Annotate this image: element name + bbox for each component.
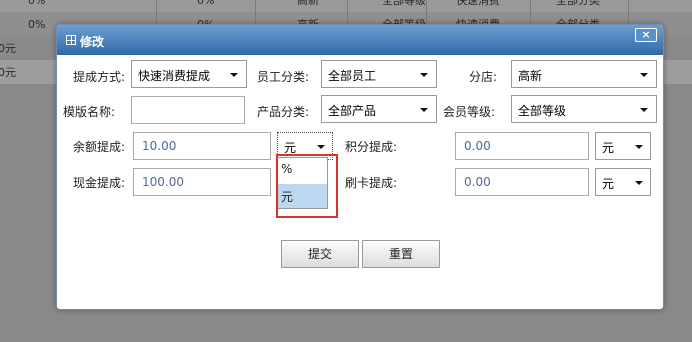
table-cell: 高新 [297,0,319,7]
table-cell: 全部等级 [382,0,426,7]
product-category-value: 全部产品 [328,104,377,118]
table-cell: 全部分类 [556,0,600,7]
chevron-down-icon [635,145,643,149]
employee-category-label: 员工分类: [257,70,310,84]
card-commission-label: 刷卡提成: [345,176,398,190]
member-level-value: 全部等级 [518,104,567,118]
points-unit-select[interactable]: 元 [595,132,651,160]
branch-select[interactable]: 高新 [511,60,657,88]
branch-value: 高新 [518,69,543,83]
chevron-down-icon [640,108,648,112]
employee-category-value: 全部员工 [328,69,377,83]
reset-button[interactable]: 重置 [362,240,440,268]
balance-commission-input[interactable]: 10.00 [133,132,271,160]
table-cell: 0元 [0,42,16,55]
card-commission-input[interactable]: 0.00 [455,168,589,196]
commission-method-label: 提成方式: [73,70,126,84]
cash-commission-label: 现金提成: [73,176,126,190]
window-icon [66,35,76,45]
template-name-label: 模版名称: [63,105,116,119]
chevron-down-icon [635,181,643,185]
close-button[interactable]: × [635,28,657,42]
employee-category-select[interactable]: 全部员工 [321,60,437,88]
chevron-down-icon [230,73,238,77]
branch-label: 分店: [469,70,498,84]
product-category-select[interactable]: 全部产品 [321,95,437,123]
card-unit-value: 元 [602,177,615,191]
dialog-title: 修改 [80,35,105,49]
chevron-down-icon [317,145,325,149]
commission-method-select[interactable]: 快速消费提成 [131,60,247,88]
chevron-down-icon [420,73,428,77]
dialog-header: 修改 × [57,25,663,55]
chevron-down-icon [640,73,648,77]
member-level-select[interactable]: 全部等级 [511,95,657,123]
submit-button[interactable]: 提交 [281,240,359,268]
annotation-highlight-box [276,154,338,218]
product-category-label: 产品分类: [257,105,310,119]
commission-method-value: 快速消费提成 [138,69,211,83]
member-level-label: 会员等级: [443,105,496,119]
balance-unit-value: 元 [284,141,297,155]
points-commission-input[interactable]: 0.00 [455,132,589,160]
chevron-down-icon [420,108,428,112]
table-cell: 0% [197,0,215,7]
table-cell: 0% [28,17,46,31]
balance-commission-label: 余额提成: [73,140,126,154]
table-cell: 0元 [0,66,16,79]
cash-commission-input[interactable]: 100.00 [133,168,271,196]
points-commission-label: 积分提成: [345,140,398,154]
table-cell: 快速消费 [456,0,500,7]
card-unit-select[interactable]: 元 [595,168,651,196]
table-row: 0% 0% 高新 全部等级 快速消费 全部分类 [0,0,692,12]
template-name-input[interactable] [131,96,245,124]
points-unit-value: 元 [602,141,615,155]
edit-dialog: 修改 × 提成方式: 快速消费提成 员工分类: 全部员工 分店: 高新 模版名称… [56,24,664,310]
table-cell: 0% [28,0,46,7]
